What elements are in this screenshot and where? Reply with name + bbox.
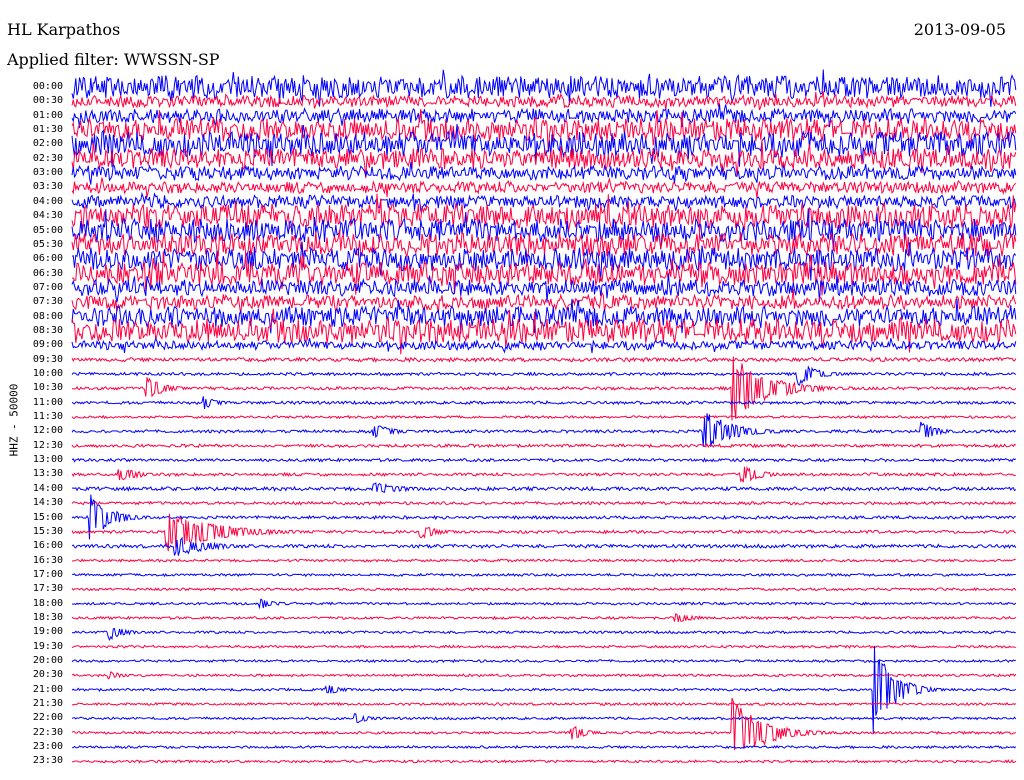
trace-11:00 [71, 396, 1017, 409]
trace-18:00 [71, 598, 1017, 610]
trace-00:30 [71, 91, 1017, 111]
trace-16:30 [71, 558, 1016, 563]
trace-22:00 [71, 713, 1017, 724]
trace-12:30 [71, 443, 1017, 449]
trace-19:00 [71, 628, 1016, 642]
trace-22:30 [71, 698, 1017, 751]
trace-03:00 [71, 162, 1017, 185]
trace-17:00 [71, 572, 1016, 578]
trace-23:30 [71, 759, 1017, 764]
trace-13:00 [71, 457, 1017, 463]
trace-17:30 [71, 587, 1017, 592]
trace-03:30 [71, 177, 1017, 199]
trace-13:30 [71, 465, 1016, 483]
trace-21:00 [71, 646, 1017, 734]
seismogram-page: HL Karpathos 2013-09-05 Applied filter: … [0, 0, 1024, 780]
trace-18:30 [71, 612, 1017, 622]
seismogram-traces [71, 69, 1017, 764]
trace-10:00 [71, 365, 1017, 386]
trace-09:30 [71, 356, 1017, 363]
trace-14:30 [71, 500, 1017, 506]
trace-11:30 [71, 414, 1017, 420]
trace-14:00 [71, 482, 1017, 493]
trace-16:00 [71, 536, 1017, 556]
trace-10:30 [72, 356, 1017, 421]
trace-21:30 [71, 701, 1017, 707]
trace-23:00 [71, 744, 1017, 750]
trace-07:00 [71, 273, 1017, 303]
